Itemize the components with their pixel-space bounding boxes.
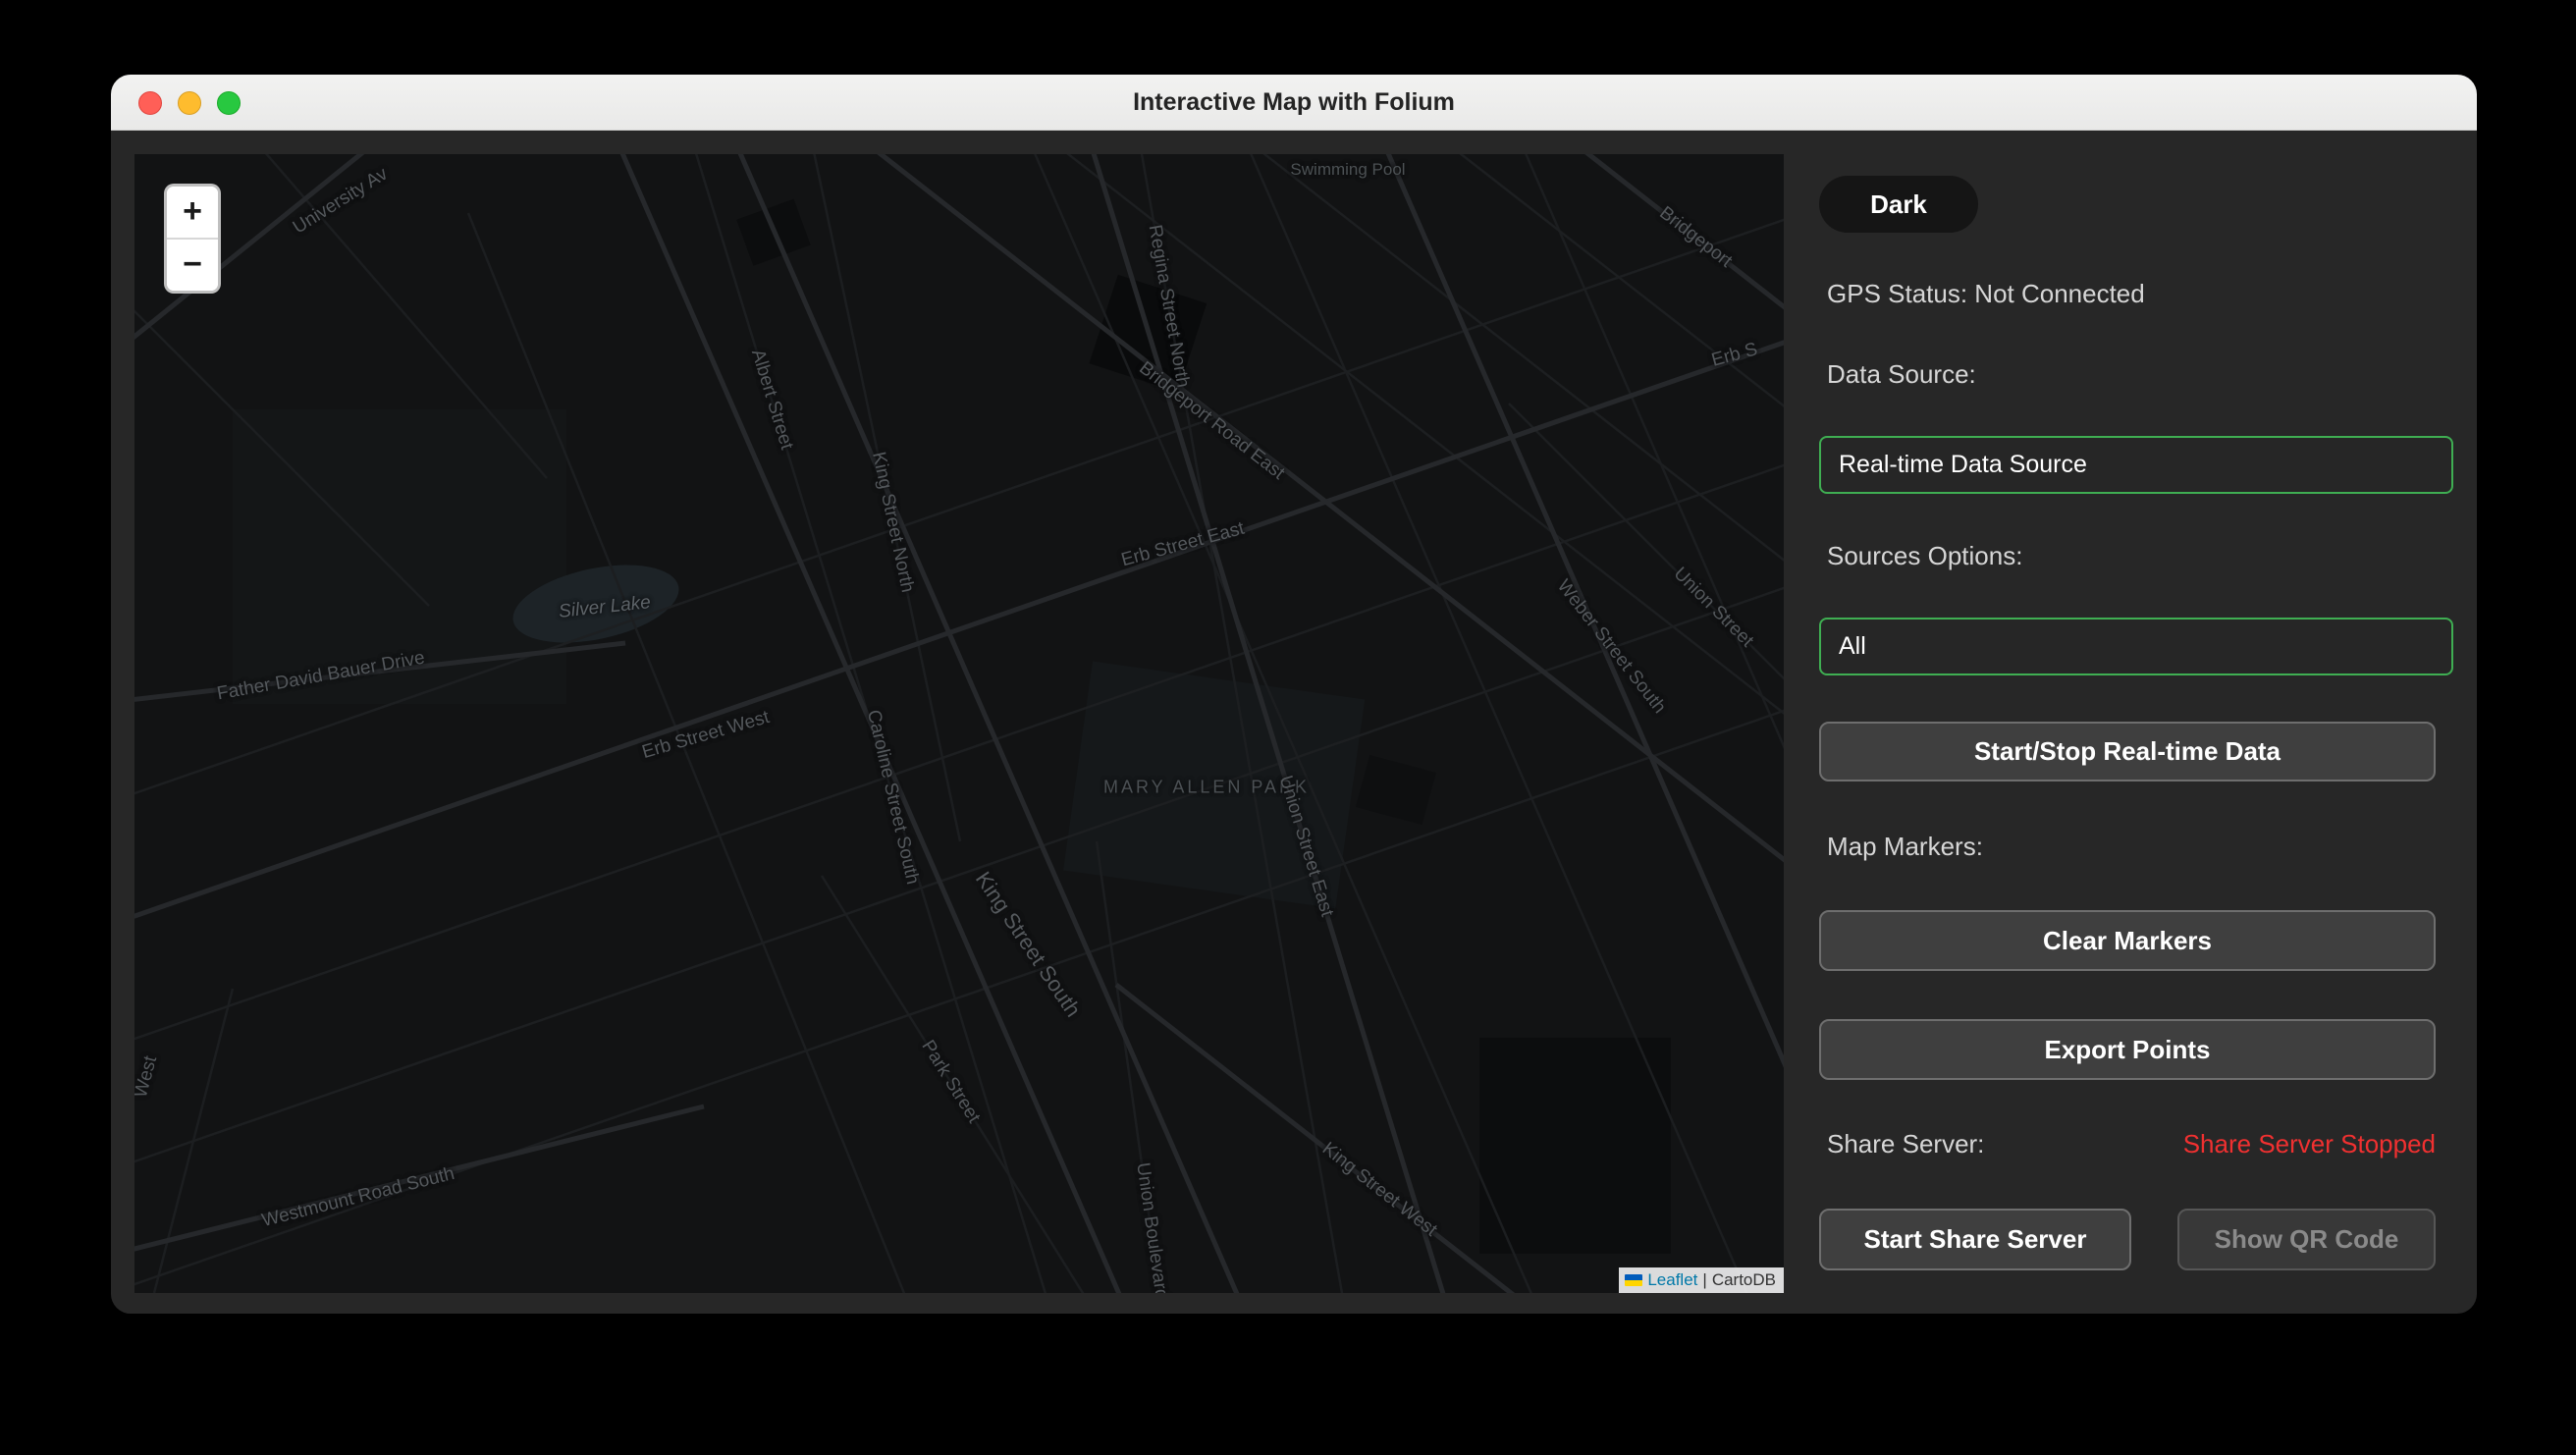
map-markers-label: Map Markers:	[1827, 832, 1983, 862]
map-streets-layer	[134, 154, 1784, 1293]
export-points-button[interactable]: Export Points	[1819, 1019, 2436, 1080]
share-server-label: Share Server:	[1827, 1129, 1984, 1159]
titlebar: Interactive Map with Folium	[111, 75, 2477, 131]
map-place-label: Swimming Pool	[1290, 160, 1405, 180]
gps-status-text: GPS Status: Not Connected	[1827, 279, 2145, 309]
map-container[interactable]: University Av Swimming Pool Regina Stree…	[134, 154, 1784, 1293]
clear-markers-button[interactable]: Clear Markers	[1819, 910, 2436, 971]
window-title: Interactive Map with Folium	[111, 75, 2477, 130]
theme-toggle-button[interactable]: Dark	[1819, 176, 1978, 233]
data-source-label: Data Source:	[1827, 359, 1976, 390]
data-source-select[interactable]: Real-time Data Source	[1819, 436, 2453, 494]
zoom-control: + −	[164, 184, 221, 294]
ukraine-flag-icon	[1625, 1274, 1642, 1286]
cartodb-link[interactable]: CartoDB	[1712, 1267, 1776, 1293]
share-server-status: Share Server Stopped	[2183, 1129, 2436, 1159]
zoom-out-button[interactable]: −	[167, 240, 218, 291]
leaflet-link[interactable]: Leaflet	[1647, 1267, 1697, 1293]
zoom-in-button[interactable]: +	[167, 187, 218, 240]
app-window: Interactive Map with Folium	[111, 75, 2477, 1314]
start-share-server-button[interactable]: Start Share Server	[1819, 1209, 2131, 1270]
map-attribution: Leaflet | CartoDB	[1619, 1267, 1784, 1293]
sources-options-select[interactable]: All	[1819, 618, 2453, 675]
sources-options-label: Sources Options:	[1827, 541, 2022, 571]
show-qr-code-button[interactable]: Show QR Code	[2177, 1209, 2436, 1270]
attribution-separator: |	[1702, 1267, 1706, 1293]
start-stop-realtime-button[interactable]: Start/Stop Real-time Data	[1819, 722, 2436, 781]
